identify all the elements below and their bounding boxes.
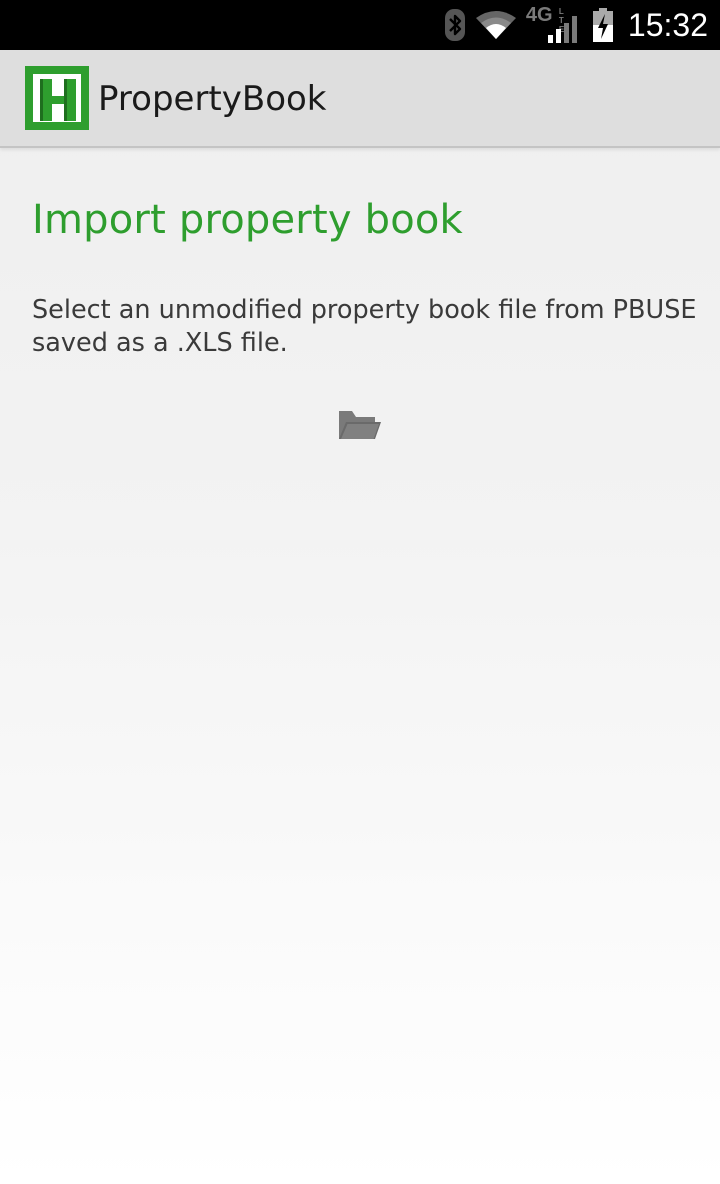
app-title: PropertyBook xyxy=(98,79,327,119)
folder-open-icon xyxy=(339,411,381,439)
page-heading: Import property book xyxy=(32,197,463,243)
browse-file-button[interactable] xyxy=(335,403,385,447)
action-bar: PropertyBook xyxy=(0,50,720,148)
wifi-icon xyxy=(475,11,516,39)
lte-signal-icon: 4G LTE xyxy=(526,4,582,43)
signal-bars-icon xyxy=(547,16,577,43)
instructions-text: Select an unmodified property book file … xyxy=(32,295,697,358)
status-bar: 4G LTE 15:32 xyxy=(0,0,720,50)
bluetooth-icon xyxy=(444,9,465,41)
battery-charging-icon xyxy=(592,8,613,42)
status-icons: 4G LTE 15:32 xyxy=(444,0,708,50)
clock: 15:32 xyxy=(627,7,708,43)
app-logo xyxy=(25,66,89,130)
